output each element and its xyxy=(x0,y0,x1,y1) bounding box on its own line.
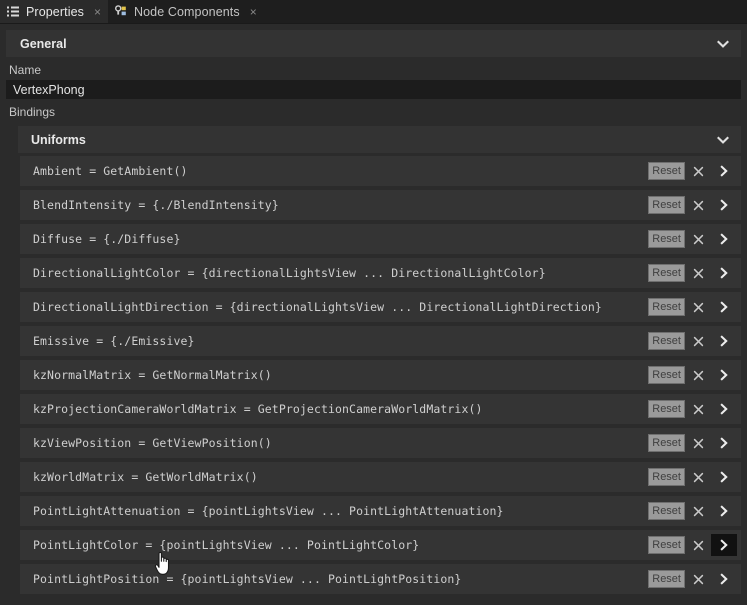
row-actions: Reset xyxy=(648,330,737,352)
open-binding-chevron-right-icon[interactable] xyxy=(711,160,737,182)
section-header-general[interactable]: General xyxy=(6,30,741,57)
tab-bar: Properties × Node Components × xyxy=(0,0,747,24)
binding-row: DirectionalLightDirection = {directional… xyxy=(20,292,741,322)
binding-row: PointLightPosition = {pointLightsView ..… xyxy=(20,564,741,594)
tab-node-components[interactable]: Node Components × xyxy=(108,0,264,23)
row-actions: Reset xyxy=(648,568,737,590)
remove-binding-icon[interactable] xyxy=(685,534,711,556)
binding-expression[interactable]: Ambient = GetAmbient() xyxy=(33,164,188,178)
remove-binding-icon[interactable] xyxy=(685,160,711,182)
binding-row: kzNormalMatrix = GetNormalMatrix() Reset xyxy=(20,360,741,390)
tab-label: Node Components xyxy=(134,4,240,19)
section-header-uniforms[interactable]: Uniforms xyxy=(18,126,741,153)
binding-expression[interactable]: PointLightAttenuation = {pointLightsView… xyxy=(33,504,504,518)
name-label: Name xyxy=(9,63,42,77)
binding-expression[interactable]: PointLightPosition = {pointLightsView ..… xyxy=(33,572,461,586)
binding-row: kzWorldMatrix = GetWorldMatrix() Reset xyxy=(20,462,741,492)
reset-button[interactable]: Reset xyxy=(648,536,685,554)
binding-row: PointLightAttenuation = {pointLightsView… xyxy=(20,496,741,526)
reset-button[interactable]: Reset xyxy=(648,332,685,350)
name-input[interactable]: VertexPhong xyxy=(6,80,741,99)
tab-close-icon[interactable]: × xyxy=(250,6,257,18)
remove-binding-icon[interactable] xyxy=(685,364,711,386)
remove-binding-icon[interactable] xyxy=(685,330,711,352)
binding-row: PointLightColor = {pointLightsView ... P… xyxy=(20,530,741,560)
open-binding-chevron-right-icon[interactable] xyxy=(711,194,737,216)
remove-binding-icon[interactable] xyxy=(685,228,711,250)
open-binding-chevron-right-icon[interactable] xyxy=(711,364,737,386)
row-actions: Reset xyxy=(648,398,737,420)
binding-expression[interactable]: DirectionalLightColor = {directionalLigh… xyxy=(33,266,546,280)
reset-button[interactable]: Reset xyxy=(648,400,685,418)
reset-button[interactable]: Reset xyxy=(648,502,685,520)
open-binding-chevron-right-icon[interactable] xyxy=(711,534,737,556)
remove-binding-icon[interactable] xyxy=(685,296,711,318)
remove-binding-icon[interactable] xyxy=(685,500,711,522)
binding-row: kzViewPosition = GetViewPosition() Reset xyxy=(20,428,741,458)
reset-button[interactable]: Reset xyxy=(648,468,685,486)
remove-binding-icon[interactable] xyxy=(685,398,711,420)
open-binding-chevron-right-icon[interactable] xyxy=(711,262,737,284)
binding-row: DirectionalLightColor = {directionalLigh… xyxy=(20,258,741,288)
binding-expression[interactable]: PointLightColor = {pointLightsView ... P… xyxy=(33,538,419,552)
row-actions: Reset xyxy=(648,160,737,182)
binding-expression[interactable]: BlendIntensity = {./BlendIntensity} xyxy=(33,198,279,212)
row-actions: Reset xyxy=(648,296,737,318)
chevron-down-icon[interactable] xyxy=(716,37,730,51)
open-binding-chevron-right-icon[interactable] xyxy=(711,500,737,522)
chevron-down-icon[interactable] xyxy=(716,133,730,147)
row-actions: Reset xyxy=(648,466,737,488)
open-binding-chevron-right-icon[interactable] xyxy=(711,466,737,488)
reset-button[interactable]: Reset xyxy=(648,196,685,214)
row-actions: Reset xyxy=(648,432,737,454)
section-title: Uniforms xyxy=(31,132,86,147)
remove-binding-icon[interactable] xyxy=(685,466,711,488)
tab-close-icon[interactable]: × xyxy=(94,6,101,18)
binding-row: Ambient = GetAmbient() Reset xyxy=(20,156,741,186)
binding-row: kzProjectionCameraWorldMatrix = GetProje… xyxy=(20,394,741,424)
tab-label: Properties xyxy=(26,4,84,19)
tab-properties[interactable]: Properties × xyxy=(0,0,108,23)
binding-expression[interactable]: Emissive = {./Emissive} xyxy=(33,334,195,348)
binding-list: Ambient = GetAmbient() Reset BlendIntensit… xyxy=(0,156,747,594)
reset-button[interactable]: Reset xyxy=(648,570,685,588)
remove-binding-icon[interactable] xyxy=(685,568,711,590)
reset-button[interactable]: Reset xyxy=(648,434,685,452)
open-binding-chevron-right-icon[interactable] xyxy=(711,398,737,420)
properties-panel: General Name VertexPhong Bindings Unifor… xyxy=(0,24,747,605)
row-actions: Reset xyxy=(648,262,737,284)
row-actions: Reset xyxy=(648,364,737,386)
remove-binding-icon[interactable] xyxy=(685,432,711,454)
remove-binding-icon[interactable] xyxy=(685,194,711,216)
row-actions: Reset xyxy=(648,534,737,556)
open-binding-chevron-right-icon[interactable] xyxy=(711,296,737,318)
open-binding-chevron-right-icon[interactable] xyxy=(711,228,737,250)
binding-row: Emissive = {./Emissive} Reset xyxy=(20,326,741,356)
binding-row: BlendIntensity = {./BlendIntensity} Reset xyxy=(20,190,741,220)
node-components-icon xyxy=(115,5,128,18)
reset-button[interactable]: Reset xyxy=(648,264,685,282)
row-actions: Reset xyxy=(648,228,737,250)
reset-button[interactable]: Reset xyxy=(648,230,685,248)
open-binding-chevron-right-icon[interactable] xyxy=(711,568,737,590)
list-icon xyxy=(7,5,20,18)
row-actions: Reset xyxy=(648,194,737,216)
remove-binding-icon[interactable] xyxy=(685,262,711,284)
open-binding-chevron-right-icon[interactable] xyxy=(711,432,737,454)
row-actions: Reset xyxy=(648,500,737,522)
reset-button[interactable]: Reset xyxy=(648,366,685,384)
binding-expression[interactable]: kzWorldMatrix = GetWorldMatrix() xyxy=(33,470,258,484)
binding-row: Diffuse = {./Diffuse} Reset xyxy=(20,224,741,254)
bindings-label: Bindings xyxy=(9,105,56,119)
binding-expression[interactable]: kzProjectionCameraWorldMatrix = GetProje… xyxy=(33,402,483,416)
reset-button[interactable]: Reset xyxy=(648,162,685,180)
section-title: General xyxy=(20,36,67,51)
reset-button[interactable]: Reset xyxy=(648,298,685,316)
binding-expression[interactable]: Diffuse = {./Diffuse} xyxy=(33,232,181,246)
binding-expression[interactable]: kzNormalMatrix = GetNormalMatrix() xyxy=(33,368,272,382)
binding-expression[interactable]: kzViewPosition = GetViewPosition() xyxy=(33,436,272,450)
binding-expression[interactable]: DirectionalLightDirection = {directional… xyxy=(33,300,602,314)
open-binding-chevron-right-icon[interactable] xyxy=(711,330,737,352)
